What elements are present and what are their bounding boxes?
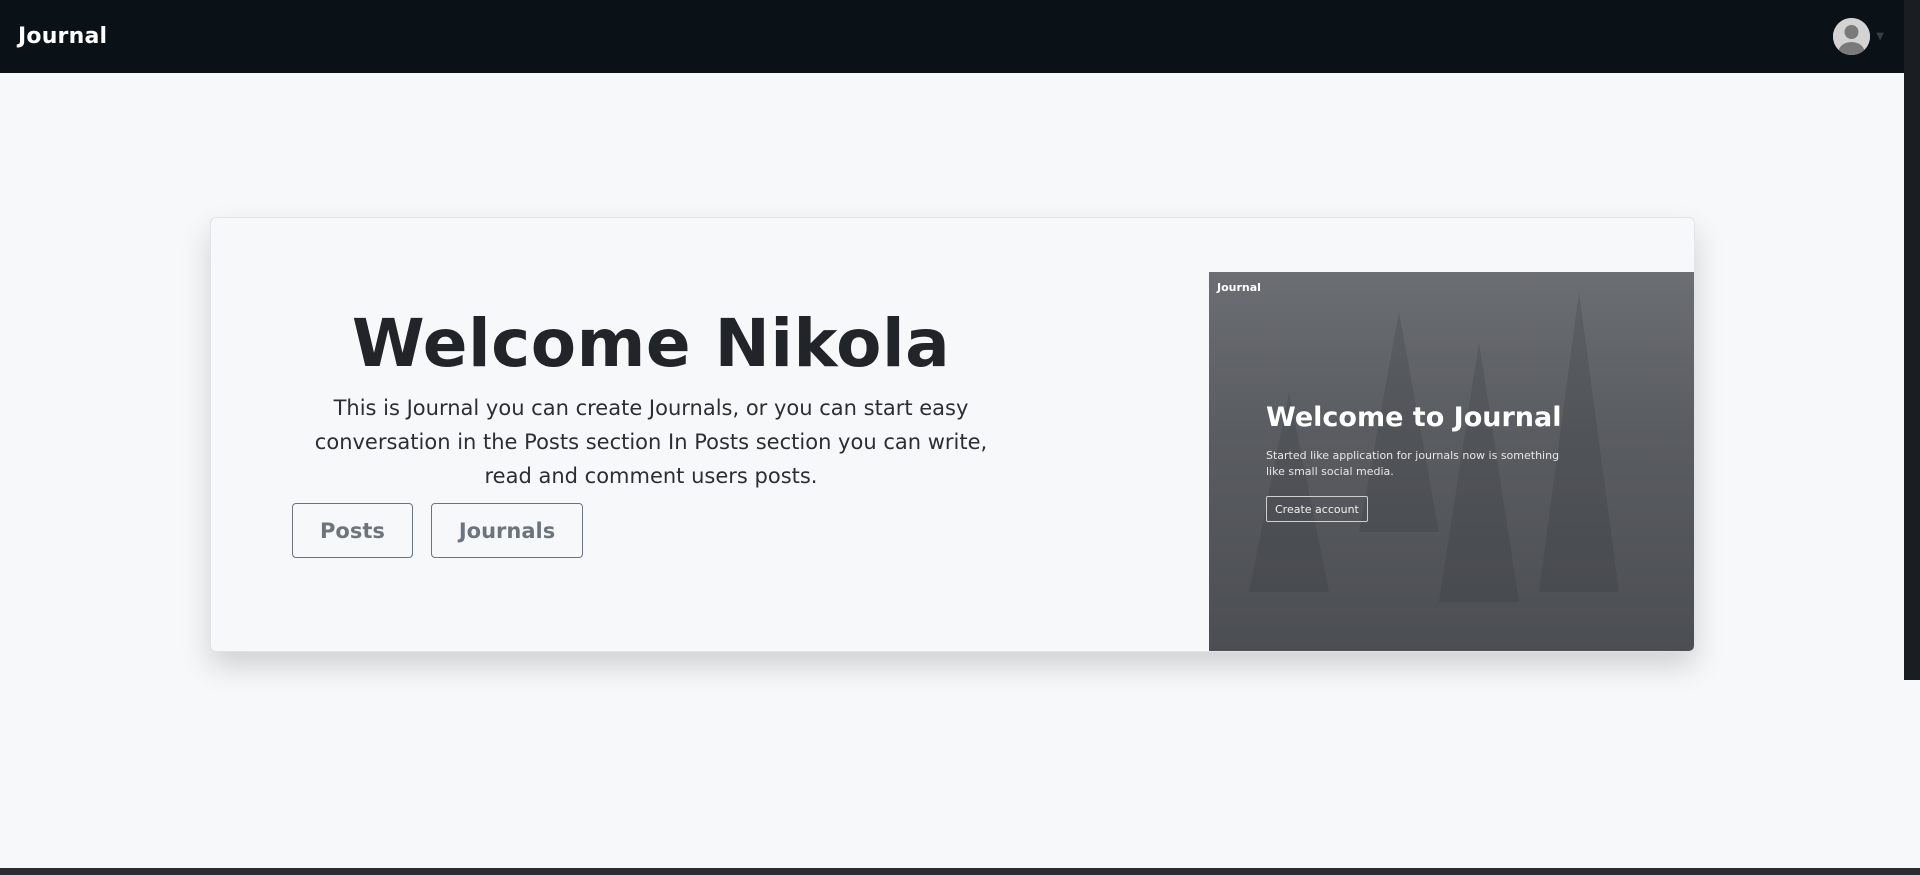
hero-buttons: Posts Journals [292,503,584,558]
preview-title: Welcome to Journal [1266,402,1562,433]
chevron-down-icon[interactable]: ▼ [1876,31,1884,42]
navbar-brand[interactable]: Journal [18,24,107,49]
top-navbar: Journal ▼ [0,0,1904,73]
page-scrollbar[interactable] [1904,0,1920,680]
user-avatar-icon[interactable] [1833,18,1871,55]
journals-button[interactable]: Journals [430,503,584,558]
hero-title: Welcome Nikola [351,305,951,382]
preview-description: Started like application for journals no… [1266,449,1560,478]
hero-card: Welcome Nikola This is Journal you can c… [210,217,1695,652]
bottom-bar [0,868,1920,875]
create-account-button: Create account [1266,496,1368,522]
hero-text: Welcome Nikola This is Journal you can c… [291,305,1011,493]
user-menu-toggle[interactable]: ▼ [1833,18,1884,55]
landing-preview-image: Journal Welcome to Journal Started like … [1209,272,1694,651]
tree-shape [1539,292,1619,592]
posts-button[interactable]: Posts [292,503,413,558]
preview-brand: Journal [1217,281,1261,294]
hero-description: This is Journal you can create Journals,… [314,395,988,488]
